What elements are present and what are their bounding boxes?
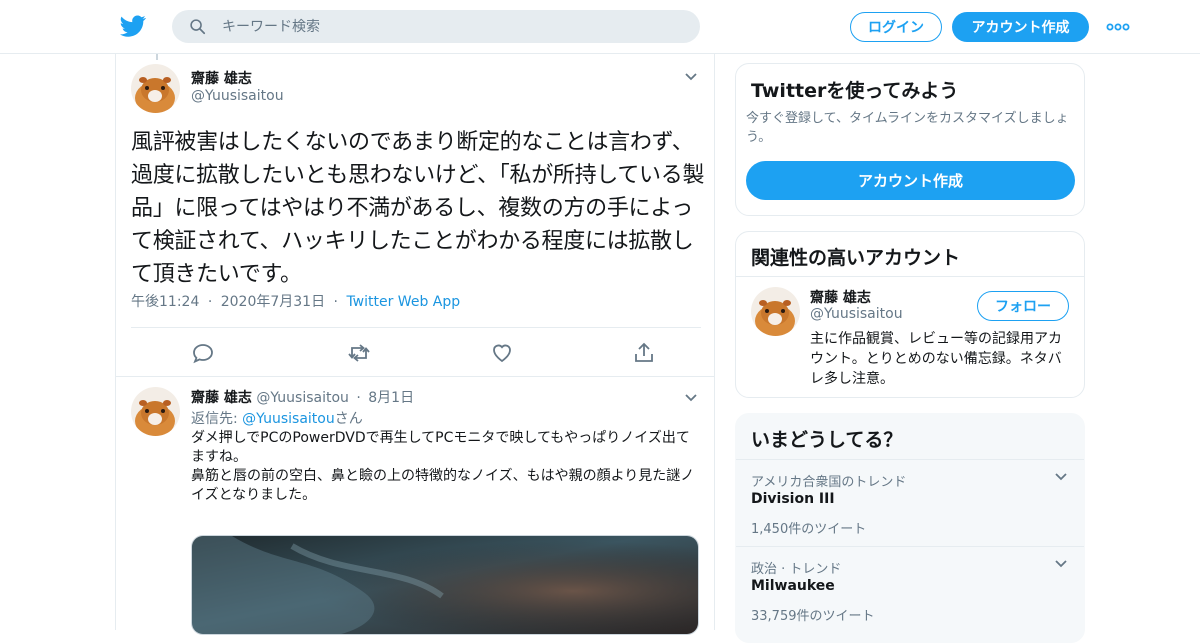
- follow-button[interactable]: フォロー: [977, 291, 1069, 321]
- account-bio: 主に作品観賞、レビュー等の記録用アカウント。とりとめのない備忘録。ネタバレ多し注…: [810, 331, 1062, 387]
- reply-to-handle-link[interactable]: @Yuusisaitou: [242, 411, 335, 427]
- search-input[interactable]: [222, 15, 682, 38]
- reply-header: 齋藤 雄志 @Yuusisaitou · 8月1日: [191, 387, 414, 407]
- meta-separator: ·: [207, 294, 213, 310]
- trend-tweet-count: 33,759件のツイート: [751, 609, 875, 624]
- meta-separator: ·: [333, 294, 338, 310]
- chevron-down-icon[interactable]: [684, 393, 698, 403]
- tweet-date[interactable]: 8月1日: [368, 390, 414, 406]
- tweet-meta: 午後11:24 · 2020年7月31日 · Twitter Web App: [131, 291, 460, 311]
- tweet-divider: [116, 376, 714, 377]
- twitter-bird-icon[interactable]: [120, 13, 146, 39]
- meta-separator: ·: [356, 390, 361, 406]
- top-navigation-bar: ログイン アカウント作成: [0, 0, 1200, 54]
- chevron-down-icon[interactable]: [1054, 559, 1068, 569]
- avatar[interactable]: [131, 64, 180, 113]
- trend-name[interactable]: Milwaukee: [751, 578, 835, 594]
- reply-icon[interactable]: [191, 341, 215, 365]
- trend-item[interactable]: 政治 · トレンド Milwaukee 33,759件のツイート: [736, 546, 1084, 633]
- trend-context: アメリカ合衆国のトレンド: [751, 475, 907, 490]
- author-handle[interactable]: @Yuusisaitou: [191, 88, 284, 104]
- trends-card: いまどうしてる？ アメリカ合衆国のトレンド Division III 1,450…: [735, 413, 1085, 643]
- signup-card-title: Twitterを使ってみよう: [751, 80, 959, 102]
- tweet-actions: [131, 327, 701, 377]
- avatar[interactable]: [131, 387, 180, 436]
- retweet-icon[interactable]: [347, 341, 371, 365]
- chevron-down-icon[interactable]: [684, 72, 698, 82]
- tweet-text: ダメ押しでPCのPowerDVDで再生してPCモニタで映してもやっぱりノイズ出て…: [191, 430, 695, 503]
- chevron-down-icon[interactable]: [1054, 472, 1068, 482]
- reply-to-line: 返信先: @Yuusisaitouさん: [191, 408, 363, 428]
- tweet-time[interactable]: 午後11:24: [131, 294, 199, 310]
- like-icon[interactable]: [490, 341, 514, 365]
- signup-card-description: 今すぐ登録して、タイムラインをカスタマイズしましょう。: [746, 111, 1069, 145]
- login-button[interactable]: ログイン: [850, 12, 942, 42]
- tweet-date[interactable]: 2020年7月31日: [221, 294, 325, 310]
- account-name[interactable]: 齋藤 雄志: [810, 287, 871, 307]
- thread-connector: [156, 54, 158, 60]
- tweet-text: 風評被害はしたくないのであまり断定的なことは言わず、過度に拡散したいとも思わない…: [131, 130, 705, 287]
- related-card-title: 関連性の高いアカウント: [751, 247, 961, 269]
- author-name[interactable]: 齋藤 雄志: [191, 68, 252, 88]
- trend-context: 政治 · トレンド: [751, 562, 842, 577]
- avatar[interactable]: [751, 287, 800, 336]
- card-divider: [736, 276, 1084, 277]
- tweet-timeline: 齋藤 雄志 @Yuusisaitou 風評被害はしたくないのであまり断定的なこと…: [115, 54, 715, 635]
- trend-tweet-count: 1,450件のツイート: [751, 522, 867, 537]
- signup-card: Twitterを使ってみよう 今すぐ登録して、タイムラインをカスタマイズしましょ…: [735, 63, 1085, 216]
- reply-to-prefix: 返信先:: [191, 411, 243, 427]
- more-dots-icon[interactable]: [1106, 20, 1130, 34]
- related-accounts-card: 関連性の高いアカウント 齋藤 雄志 @Yuusisaitou フォロー 主に作品…: [735, 231, 1085, 398]
- tweet-source-link[interactable]: Twitter Web App: [346, 294, 460, 310]
- share-icon[interactable]: [632, 341, 656, 365]
- tweet-media-image[interactable]: [191, 535, 699, 635]
- author-name[interactable]: 齋藤 雄志: [191, 390, 252, 406]
- account-handle[interactable]: @Yuusisaitou: [810, 306, 903, 322]
- trend-item[interactable]: アメリカ合衆国のトレンド Division III 1,450件のツイート: [736, 459, 1084, 546]
- search-box[interactable]: [172, 10, 700, 43]
- signup-button[interactable]: アカウント作成: [952, 12, 1089, 42]
- create-account-button[interactable]: アカウント作成: [746, 161, 1075, 200]
- search-icon: [190, 19, 206, 35]
- reply-to-suffix: さん: [334, 411, 363, 427]
- trend-name[interactable]: Division III: [751, 491, 835, 507]
- trends-card-title: いまどうしてる？: [751, 429, 903, 451]
- author-handle[interactable]: @Yuusisaitou: [256, 390, 349, 406]
